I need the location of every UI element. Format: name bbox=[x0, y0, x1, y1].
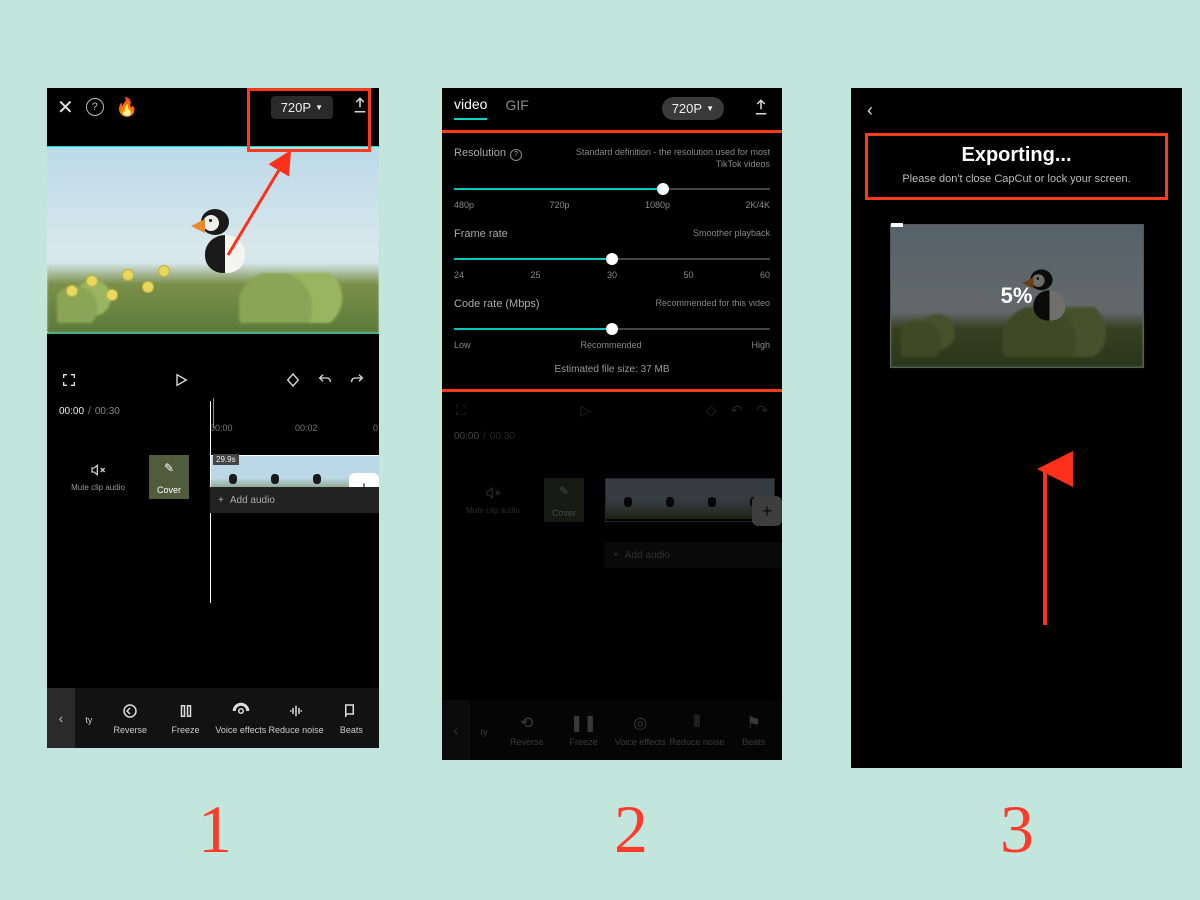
coderate-label: Code rate (Mbps) bbox=[454, 298, 540, 310]
top-bar: ✕ ? 🔥 720P ▼ bbox=[47, 88, 379, 126]
export-percent: 5% bbox=[891, 225, 1143, 367]
fullscreen-icon: ⛶ bbox=[456, 402, 466, 419]
freeze-icon bbox=[158, 701, 213, 721]
export-icon[interactable] bbox=[752, 98, 770, 119]
flame-icon[interactable]: 🔥 bbox=[116, 97, 138, 118]
chevron-down-icon: ▼ bbox=[706, 104, 714, 113]
framerate-slider[interactable] bbox=[454, 250, 770, 268]
resolution-slider[interactable] bbox=[454, 180, 770, 198]
quality-button[interactable]: 720P ▼ bbox=[271, 96, 333, 119]
screenshot-step-3: ‹ Exporting... Please don't close CapCut… bbox=[851, 88, 1182, 768]
toolbar-back-button[interactable]: ‹ bbox=[47, 688, 75, 748]
undo-icon[interactable] bbox=[317, 372, 333, 393]
screenshot-step-2: video GIF 720P▼ Resolution? Standard def… bbox=[442, 88, 782, 760]
resolution-ticks: 480p720p1080p2K/4K bbox=[454, 200, 770, 210]
time-current: 00:00 bbox=[59, 406, 84, 417]
step-number-1: 1 bbox=[198, 790, 232, 869]
quality-value: 720P bbox=[281, 100, 311, 115]
timeline[interactable]: 00:00 00:02 0 Mute clip audio ✎ Cover 29… bbox=[47, 423, 379, 563]
estimated-size: Estimated file size: 37 MB bbox=[454, 364, 770, 375]
tool-reduce-noise[interactable]: Reduce noise bbox=[268, 701, 323, 735]
voice-icon bbox=[213, 701, 268, 721]
reverse-icon bbox=[103, 701, 158, 721]
play-icon: ▷ bbox=[580, 402, 591, 419]
framerate-ticks: 2425305060 bbox=[454, 270, 770, 280]
coderate-slider[interactable] bbox=[454, 320, 770, 338]
redo-icon[interactable] bbox=[349, 372, 365, 393]
exporting-subtitle: Please don't close CapCut or lock your s… bbox=[876, 173, 1157, 185]
mute-clip-button[interactable]: Mute clip audio bbox=[47, 462, 149, 492]
fullscreen-icon[interactable] bbox=[61, 372, 77, 393]
back-button[interactable]: ‹ bbox=[851, 88, 1182, 133]
cover-thumbnail[interactable]: ✎ Cover bbox=[149, 455, 189, 499]
export-preview: 5% bbox=[890, 224, 1144, 368]
video-preview[interactable] bbox=[47, 146, 379, 334]
puffin-subject bbox=[197, 209, 257, 273]
playback-controls bbox=[47, 364, 379, 400]
noise-icon bbox=[268, 701, 323, 721]
framerate-label: Frame rate bbox=[454, 228, 508, 240]
tool-beats[interactable]: Beats bbox=[324, 701, 379, 735]
export-tabs: video GIF 720P▼ bbox=[442, 88, 782, 120]
edit-icon: ✎ bbox=[164, 461, 174, 475]
tool-freeze[interactable]: Freeze bbox=[158, 701, 213, 735]
time-ruler: 00:00 00:02 0 bbox=[47, 423, 379, 437]
play-icon[interactable] bbox=[173, 372, 189, 393]
info-icon[interactable]: ? bbox=[510, 149, 522, 161]
keyframe-icon[interactable] bbox=[285, 372, 301, 393]
beats-icon bbox=[324, 701, 379, 721]
clip-duration-tag: 29.9s bbox=[213, 454, 239, 465]
close-icon[interactable]: ✕ bbox=[57, 95, 74, 120]
screenshot-step-1: ✕ ? 🔥 720P ▼ 00:0 bbox=[47, 88, 379, 748]
step-number-3: 3 bbox=[1000, 790, 1034, 869]
speaker-mute-icon bbox=[47, 462, 149, 481]
exporting-title: Exporting... bbox=[876, 144, 1157, 167]
framerate-desc: Smoother playback bbox=[693, 228, 770, 240]
time-total: 00:30 bbox=[95, 406, 120, 417]
plus-icon: + bbox=[218, 495, 224, 506]
tab-video[interactable]: video bbox=[454, 96, 487, 120]
resolution-desc: Standard definition - the resolution use… bbox=[570, 147, 770, 170]
highlight-exporting: Exporting... Please don't close CapCut o… bbox=[865, 133, 1168, 200]
quality-button[interactable]: 720P▼ bbox=[662, 97, 724, 120]
tool-voice-effects[interactable]: Voice effects bbox=[213, 701, 268, 735]
chevron-down-icon: ▼ bbox=[315, 103, 323, 112]
tab-gif[interactable]: GIF bbox=[505, 97, 528, 119]
tool-cut[interactable]: ty bbox=[75, 711, 103, 725]
export-icon[interactable] bbox=[351, 96, 369, 119]
coderate-ticks: LowRecommendedHigh bbox=[454, 340, 770, 350]
bottom-toolbar: ‹ ty Reverse Freeze Voice effects Reduce… bbox=[47, 688, 379, 748]
playback-controls-dim: ⛶▷ ◇↶↷ bbox=[442, 396, 782, 425]
tool-reverse[interactable]: Reverse bbox=[103, 701, 158, 735]
export-settings-panel: Resolution? Standard definition - the re… bbox=[442, 130, 782, 392]
add-audio-row[interactable]: + Add audio bbox=[210, 487, 379, 513]
coderate-desc: Recommended for this video bbox=[655, 298, 770, 310]
help-icon[interactable]: ? bbox=[86, 98, 104, 116]
resolution-label: Resolution? bbox=[454, 147, 522, 161]
step-number-2: 2 bbox=[614, 790, 648, 869]
